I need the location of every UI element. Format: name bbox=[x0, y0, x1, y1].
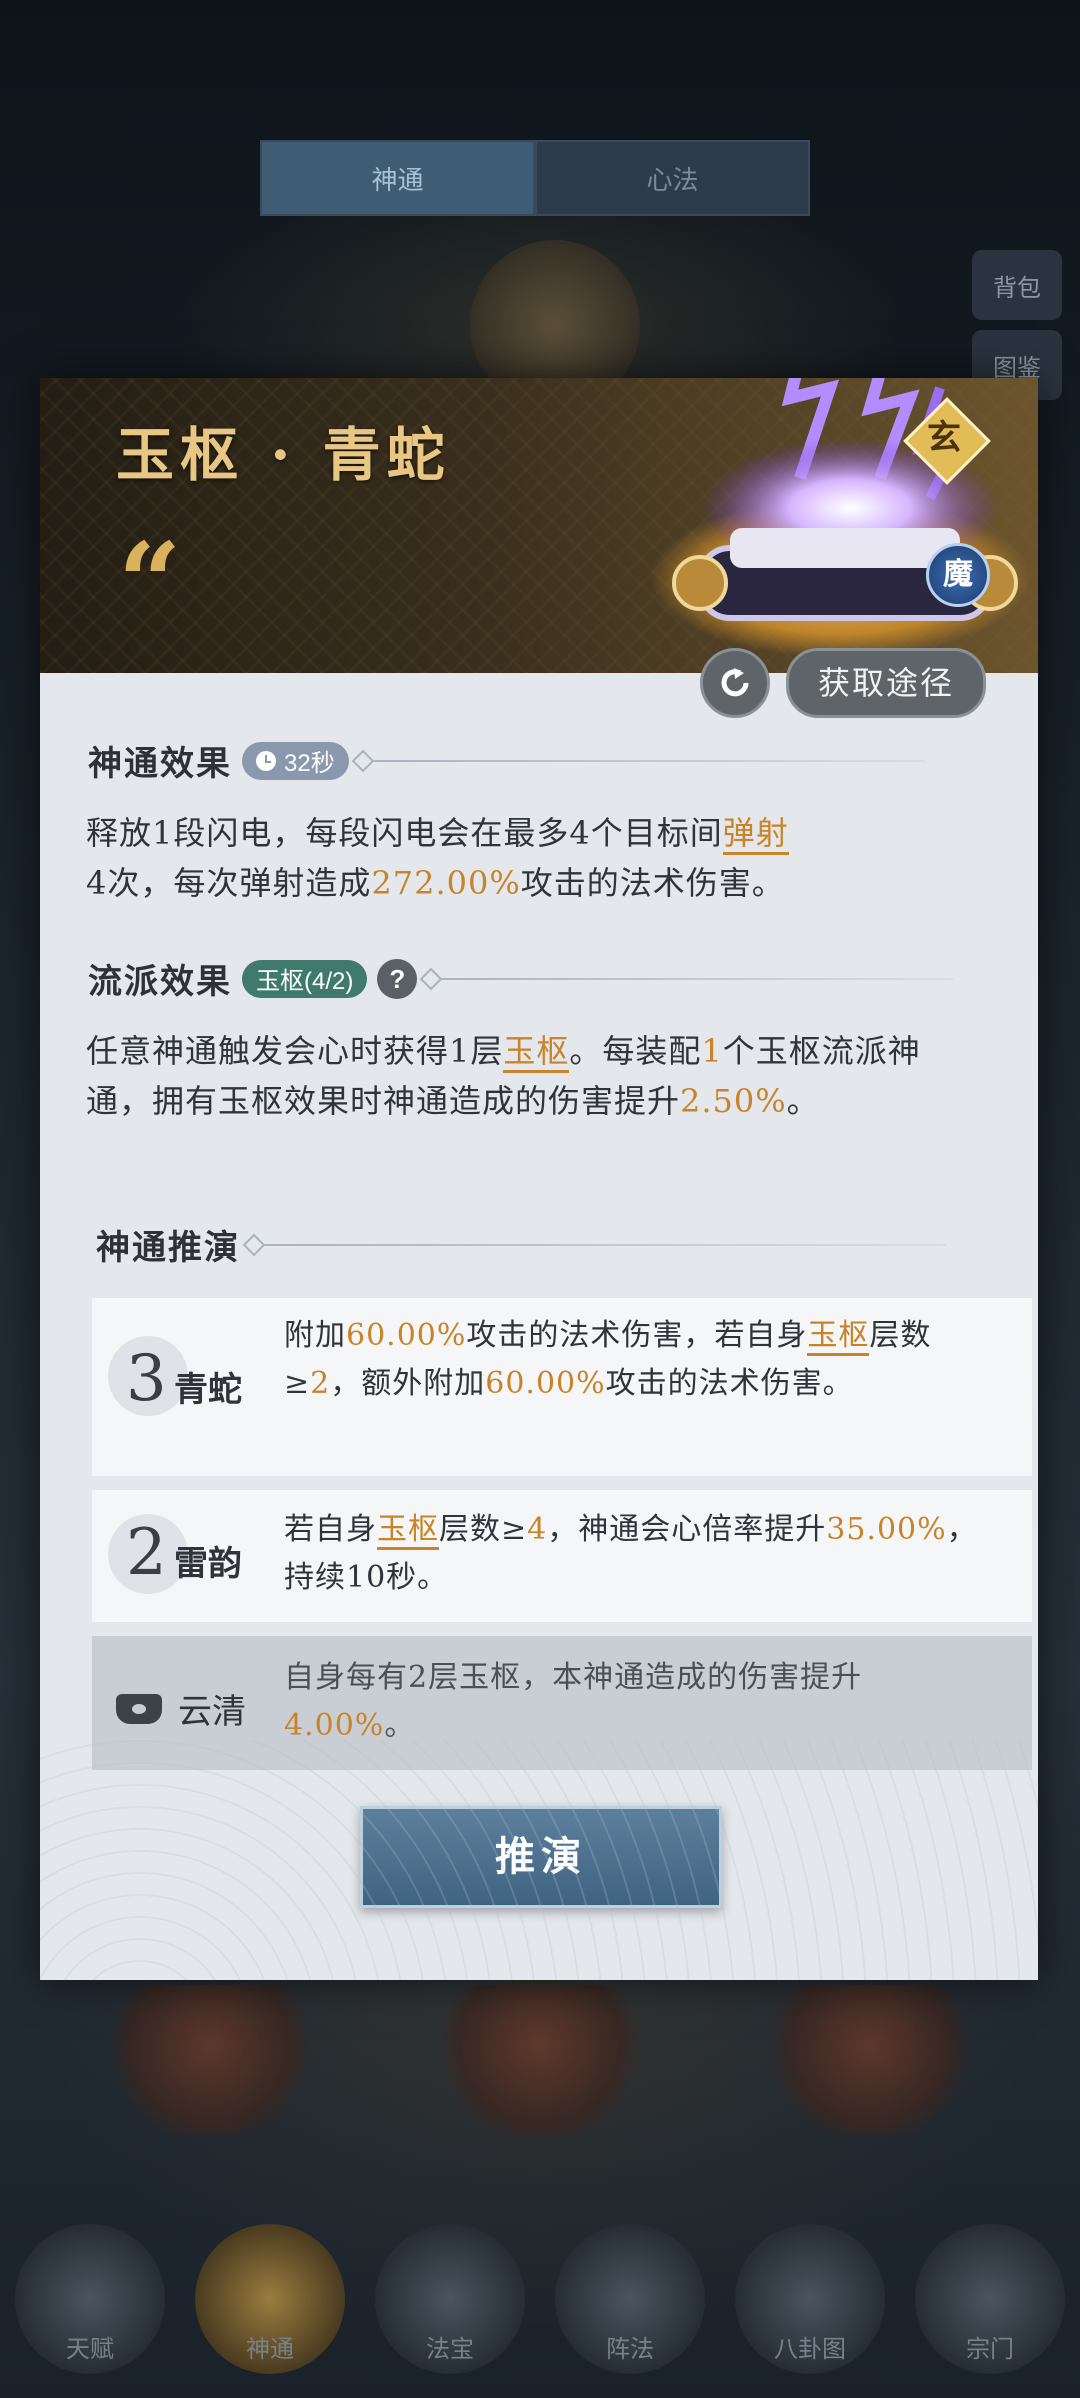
effect-section-header: 神通效果 32秒 bbox=[88, 736, 925, 785]
clock-icon bbox=[256, 750, 276, 771]
level-name: 雷韵 bbox=[174, 1544, 242, 1584]
background-bag-icon: 背包 bbox=[972, 250, 1062, 320]
section-divider bbox=[256, 1243, 946, 1246]
nav-item-baguatu: 八卦图 bbox=[735, 2224, 885, 2374]
highlight-value: 4.00% bbox=[284, 1708, 385, 1743]
text-segment: 若自身 bbox=[284, 1512, 377, 1547]
nav-item-shentong: 神通 bbox=[195, 2224, 345, 2374]
text-segment: 攻击的法术伤害。 bbox=[605, 1366, 854, 1401]
scroll-artifact-image bbox=[650, 378, 1030, 658]
text-segment: 自身每有2层玉枢，本神通造成的伤害提升 bbox=[284, 1660, 863, 1695]
acquire-source-button[interactable]: 获取途径 bbox=[786, 648, 986, 718]
deduce-heading: 神通推演 bbox=[96, 1228, 240, 1268]
deduce-row-level-2[interactable]: 2 雷韵 若自身玉枢层数≥4，神通会心倍率提升35.00%，持续10秒。 bbox=[92, 1490, 1032, 1622]
level-name: 青蛇 bbox=[174, 1370, 242, 1410]
help-icon[interactable]: ? bbox=[377, 958, 418, 999]
school-heading: 流派效果 bbox=[88, 962, 232, 1002]
skill-detail-panel: 玉枢 · 青蛇 “ 玄 魔 获取途径 神通效果 32秒 释放1段闪电，每段闪电会… bbox=[40, 378, 1038, 1980]
level-description: 附加60.00%攻击的法术伤害，若自身玉枢层数≥2，额外附加60.00%攻击的法… bbox=[284, 1312, 984, 1408]
deduce-row-level-3[interactable]: 3 青蛇 附加60.00%攻击的法术伤害，若自身玉枢层数≥2，额外附加60.00… bbox=[92, 1298, 1032, 1476]
school-section-header: 流派效果 玉枢(4/2) ? bbox=[88, 954, 954, 1003]
deduce-button[interactable]: 推演 bbox=[360, 1806, 722, 1908]
quote-mark: “ bbox=[118, 518, 182, 647]
text-segment: 4次，每次弹射造成 bbox=[86, 864, 372, 902]
panel-header: 玉枢 · 青蛇 “ 玄 魔 bbox=[40, 378, 1038, 673]
keyword-link[interactable]: 弹射 bbox=[722, 814, 789, 855]
background-character-slot bbox=[440, 1985, 640, 2135]
background-bottom-nav: 天赋 神通 法宝 阵法 八卦图 宗门 bbox=[0, 2200, 1080, 2398]
text-segment: ，神通会心倍率提升 bbox=[547, 1512, 827, 1547]
keyword-link[interactable]: 玉枢 bbox=[503, 1032, 570, 1073]
skill-title: 玉枢 · 青蛇 bbox=[116, 421, 451, 489]
highlight-value: 35.00% bbox=[826, 1512, 947, 1547]
text-segment: 。 bbox=[384, 1708, 416, 1743]
level-description: 自身每有2层玉枢，本神通造成的伤害提升 4.00%。 bbox=[284, 1654, 984, 1750]
section-divider bbox=[364, 759, 925, 762]
keyword-link[interactable]: 玉枢 bbox=[807, 1318, 870, 1356]
text-segment: 。 bbox=[786, 1082, 820, 1120]
text-segment: 任意神通触发会心时获得1层 bbox=[86, 1032, 504, 1070]
highlight-value: 1 bbox=[701, 1032, 723, 1070]
nav-item-zhenfa: 阵法 bbox=[555, 2224, 705, 2374]
nav-item-tianfu: 天赋 bbox=[15, 2224, 165, 2374]
background-tab-shentong: 神通 bbox=[260, 140, 535, 216]
highlight-value: 4 bbox=[527, 1512, 548, 1547]
text-segment: 。每装配 bbox=[569, 1032, 702, 1070]
highlight-value: 60.00% bbox=[485, 1366, 606, 1401]
text-segment: 释放1段闪电，每段闪电会在最多4个目标间 bbox=[86, 814, 723, 852]
nav-item-fabao: 法宝 bbox=[375, 2224, 525, 2374]
deduce-row-locked[interactable]: 云清 自身每有2层玉枢，本神通造成的伤害提升 4.00%。 bbox=[92, 1636, 1032, 1770]
lock-icon bbox=[116, 1694, 162, 1724]
school-description: 任意神通触发会心时获得1层玉枢。每装配1个玉枢流派神通，拥有玉枢效果时神通造成的… bbox=[86, 1026, 986, 1126]
grade-label: 玄 bbox=[927, 418, 961, 458]
text-segment: 攻击的法术伤害。 bbox=[520, 864, 785, 902]
cooldown-badge: 32秒 bbox=[242, 741, 349, 780]
highlight-value: 2 bbox=[310, 1366, 331, 1401]
text-segment: 攻击的法术伤害，若自身 bbox=[466, 1318, 808, 1353]
deduce-section-header: 神通推演 bbox=[96, 1220, 946, 1269]
level-number: 3 bbox=[126, 1342, 167, 1416]
background-character-slot bbox=[770, 1985, 970, 2135]
level-name: 云清 bbox=[178, 1692, 246, 1732]
type-badge: 魔 bbox=[926, 543, 990, 607]
level-number: 2 bbox=[126, 1516, 167, 1590]
cooldown-value: 32秒 bbox=[284, 750, 335, 777]
effect-heading: 神通效果 bbox=[88, 744, 232, 784]
highlight-value: 60.00% bbox=[346, 1318, 467, 1353]
text-segment: ，额外附加 bbox=[330, 1366, 486, 1401]
refresh-icon bbox=[721, 668, 749, 697]
text-segment: 附加 bbox=[284, 1318, 346, 1353]
text-segment: 层数≥ bbox=[439, 1512, 528, 1547]
effect-description: 释放1段闪电，每段闪电会在最多4个目标间弹射 4次，每次弹射造成272.00%攻击… bbox=[86, 808, 986, 908]
refresh-button[interactable] bbox=[700, 648, 770, 718]
level-description: 若自身玉枢层数≥4，神通会心倍率提升35.00%，持续10秒。 bbox=[284, 1506, 984, 1602]
highlight-value: 272.00% bbox=[371, 864, 521, 902]
background-character-slot bbox=[110, 1985, 310, 2135]
keyword-link[interactable]: 玉枢 bbox=[377, 1512, 439, 1550]
background-tab-xinfa: 心法 bbox=[535, 140, 810, 216]
section-divider bbox=[433, 977, 954, 980]
background-tabs: 神通 心法 bbox=[260, 140, 810, 216]
school-tag: 玉枢(4/2) bbox=[242, 959, 368, 998]
nav-item-zongmen: 宗门 bbox=[915, 2224, 1065, 2374]
highlight-value: 2.50% bbox=[680, 1082, 787, 1120]
